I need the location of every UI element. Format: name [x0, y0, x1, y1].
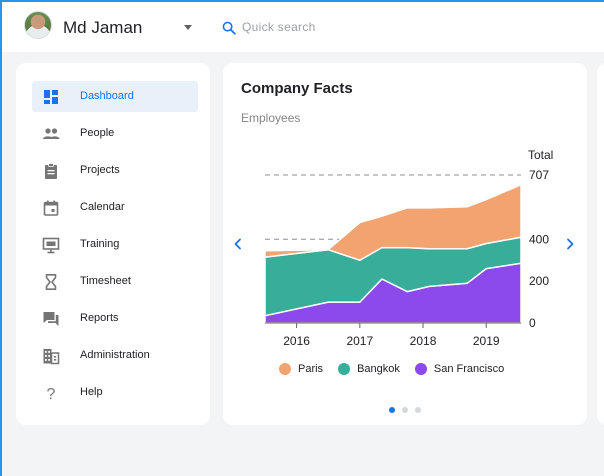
legend-label: Paris [298, 363, 324, 375]
legend-swatch [414, 363, 427, 375]
y-axis-title: Total [528, 148, 553, 162]
sidebar-item-label: Reports [80, 312, 119, 324]
sidebar-item-projects[interactable]: Projects [32, 155, 198, 186]
calendar-icon [43, 200, 59, 216]
sidebar-item-label: Help [80, 386, 103, 398]
employees-area-chart: 2016 2017 2018 2019 0 200 400 707 Total [264, 148, 553, 348]
sidebar-item-administration[interactable]: Administration [32, 340, 198, 371]
window-frame-left [0, 0, 2, 476]
user-avatar[interactable] [24, 11, 52, 39]
top-header: Md Jaman [2, 2, 604, 52]
x-ticks: 2016 2017 2018 2019 [283, 323, 500, 348]
clipboard-icon [45, 163, 57, 179]
building-icon [43, 349, 60, 365]
svg-text:?: ? [47, 386, 56, 402]
legend-swatch [279, 363, 291, 375]
search-input[interactable] [242, 16, 442, 38]
y-ticks: 0 200 400 707 [529, 168, 549, 330]
sidebar-item-reports[interactable]: Reports [32, 303, 198, 334]
sidebar-item-calendar[interactable]: Calendar [32, 192, 198, 223]
legend-label: San Francisco [433, 363, 505, 375]
sidebar-item-people[interactable]: People [32, 118, 198, 149]
sidebar-item-label: Projects [80, 164, 120, 176]
sidebar-item-help[interactable]: ? Help [32, 377, 198, 408]
legend-item-san-francisco[interactable]: San Francisco [414, 363, 505, 375]
sidebar-item-label: Timesheet [80, 275, 131, 287]
sidebar-item-label: Calendar [80, 201, 125, 213]
x-tick-label: 2017 [346, 334, 373, 348]
previous-arrow-icon[interactable] [231, 237, 245, 251]
y-tick-label: 400 [529, 232, 549, 246]
x-tick-label: 2019 [473, 334, 500, 348]
help-icon: ? [47, 386, 56, 402]
legend-label: Bangkok [357, 363, 400, 375]
people-icon [43, 128, 60, 139]
presentation-icon [42, 237, 60, 254]
carousel-dot[interactable] [402, 407, 408, 413]
sidebar-item-timesheet[interactable]: Timesheet [32, 266, 198, 297]
carousel-pagination [389, 407, 428, 413]
legend-item-paris[interactable]: Paris [279, 363, 323, 375]
sidebar-item-dashboard[interactable]: Dashboard [32, 81, 198, 112]
sidebar-item-label: Training [80, 238, 120, 250]
sidebar-item-label: Administration [80, 349, 150, 361]
y-tick-label: 707 [529, 168, 549, 182]
hourglass-icon [45, 274, 57, 290]
company-facts-card: Company Facts Employees 2016 2017 2018 2019… [223, 63, 587, 425]
user-menu-chevron-down-icon[interactable] [184, 25, 192, 30]
dashboard-icon [44, 90, 58, 104]
sidebar-item-label: People [80, 127, 115, 139]
y-tick-label: 0 [529, 316, 536, 330]
x-tick-label: 2018 [410, 334, 437, 348]
carousel-dot[interactable] [389, 407, 395, 413]
search-icon [222, 21, 236, 35]
x-tick-label: 2016 [283, 334, 310, 348]
carousel-dot[interactable] [415, 407, 421, 413]
y-tick-label: 200 [529, 274, 549, 288]
legend-swatch [338, 363, 351, 375]
sidebar: Dashboard People Projects Calendar Train… [16, 63, 210, 425]
chart-areas [264, 184, 522, 324]
sidebar-item-training[interactable]: Training [32, 229, 198, 260]
sidebar-item-label: Dashboard [80, 90, 134, 102]
chat-icon [43, 312, 59, 326]
next-card-edge [597, 63, 604, 425]
chart-legend: Paris Bangkok San Francisco [279, 363, 519, 375]
user-name[interactable]: Md Jaman [63, 18, 142, 38]
legend-item-bangkok[interactable]: Bangkok [338, 363, 400, 375]
next-arrow-icon[interactable] [563, 237, 577, 251]
